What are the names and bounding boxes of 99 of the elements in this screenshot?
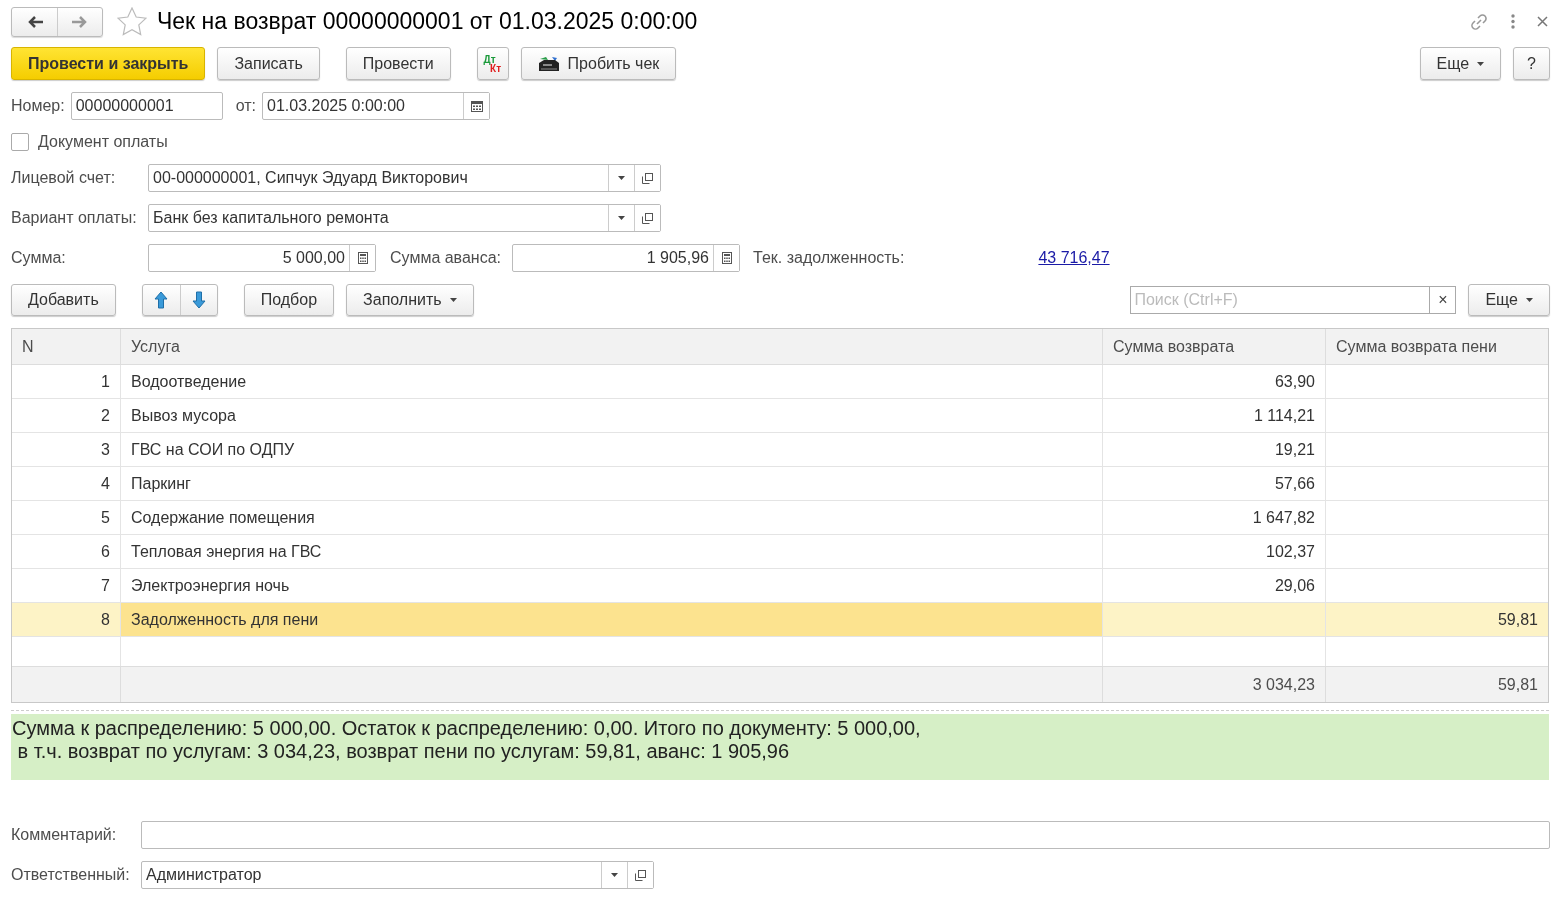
total-cell: 3 034,23 [1102,667,1325,702]
column-header[interactable]: N [12,329,120,364]
open-form-icon [642,212,653,224]
table-cell-text: 2 [100,405,111,426]
print-receipt-button[interactable]: Пробить чек [520,47,677,80]
field-label: Комментарий: [11,826,118,844]
toolbar-button[interactable]: Провести [345,47,451,80]
toolbar-button[interactable]: Записать [217,47,320,80]
table-cell-text: 3 [100,439,111,460]
down-arrow-icon [191,291,206,309]
table-row[interactable]: 5 Содержание помещения 1 647,82 [12,501,1548,535]
open-form-button[interactable] [634,165,660,191]
calculator-button[interactable] [713,245,739,271]
field-label: Номер: [11,97,65,115]
table-cell-text: 4 [100,473,111,494]
search-field[interactable]: Поиск (Ctrl+F) × [1130,286,1457,314]
table-cell: 102,37 [1102,535,1325,568]
table-row[interactable]: 8 Задолженность для пени 59,81 [12,603,1548,637]
table-row[interactable]: 6 Тепловая энергия на ГВС 102,37 [12,535,1548,569]
table-cell: ГВС на СОИ по ОДПУ [120,433,1102,466]
table-cell: Электроэнергия ночь [120,569,1102,602]
field-label: Сумма: [11,249,67,267]
caret-icon [1526,298,1533,302]
table-cell: 1 114,21 [1102,399,1325,432]
post-and-close-button[interactable]: Провести и закрыть [11,47,206,80]
table-cell-text: 5 [100,507,111,528]
back-arrow-icon [26,15,43,28]
open-form-icon [642,172,653,184]
link-icon[interactable] [1469,11,1489,32]
caret-icon [449,298,457,302]
more-options-icon[interactable] [1511,14,1515,29]
table-cell-text: 1 [100,371,111,392]
responsible-field[interactable]: Администратор [141,861,654,889]
column-header[interactable]: Услуга [120,329,1102,364]
calendar-button[interactable] [463,93,490,119]
table-cell: Паркинг [120,467,1102,500]
number-field[interactable]: 00000000001 [70,92,223,120]
table-cell-text: 6 [100,541,111,562]
field-label: Вариант оплаты: [11,209,138,227]
more-button[interactable]: Еще [1419,47,1502,80]
field-label: от: [235,97,257,115]
table-cell: 1 647,82 [1102,501,1325,534]
table-cell: 59,81 [1325,603,1548,636]
advance-field[interactable]: 1 905,96 [512,244,740,272]
table-row[interactable]: 1 Водоотведение 63,90 [12,365,1548,399]
table-row[interactable]: 3 ГВС на СОИ по ОДПУ 19,21 [12,433,1548,467]
close-icon[interactable] [1537,16,1548,27]
table-cell: Вывоз мусора [120,399,1102,432]
payment-variant-field[interactable]: Банк без капитального ремонта [148,204,661,232]
checkbox[interactable] [11,133,29,151]
field-label: Тек. задолженность: [753,249,905,267]
field-label: Сумма аванса: [390,249,502,267]
add-button[interactable]: Добавить [11,284,116,316]
table-cell-text: 8 [100,609,111,630]
calculator-icon [721,252,732,264]
table-cell-text: 7 [100,575,111,596]
fill-button[interactable]: Заполнить [346,284,474,316]
calendar-icon [470,100,483,112]
calculator-button[interactable] [349,245,375,271]
caret-icon [618,176,625,180]
star-icon[interactable] [117,7,147,36]
caret-icon [611,873,618,877]
pick-button[interactable]: Подбор [243,284,335,316]
table-cell: 63,90 [1102,365,1325,398]
help-button[interactable]: ? [1513,47,1550,80]
date-field[interactable]: 01.03.2025 0:00:00 [262,92,491,120]
open-form-button[interactable] [634,205,660,231]
table-cell: Содержание помещения [120,501,1102,534]
field-label: Ответственный: [11,866,131,884]
summary-line: Сумма к распределению: 5 000,00. Остаток к распределению: 0,00. Итого по документу: 5 000,00, [12,717,922,740]
table-cell: 57,66 [1102,467,1325,500]
summary-line: в т.ч. возврат по услугам: 3 034,23, возврат пени по услугам: 59,81, аванс: 1 905,96 [16,740,791,763]
caret-icon [1477,61,1485,66]
sum-field[interactable]: 5 000,00 [148,244,376,272]
up-arrow-icon [154,291,169,309]
table-cell: Тепловая энергия на ГВС [120,535,1102,568]
table-row[interactable]: 2 Вывоз мусора 1 114,21 [12,399,1548,433]
forward-arrow-icon [72,15,88,28]
table-cell: Задолженность для пени [120,603,1102,636]
total-cell: 59,81 [1325,667,1548,702]
more-button[interactable]: Еще [1468,284,1550,316]
field-label: Лицевой счет: [11,169,117,187]
column-header[interactable]: Сумма возврата пени [1325,329,1548,364]
calculator-icon [357,252,368,264]
table-cell: 29,06 [1102,569,1325,602]
debit-credit-button[interactable]: Дт Кт [476,47,509,80]
comment-field[interactable] [141,821,1550,849]
printer-icon [537,54,560,73]
open-form-icon [635,869,646,881]
table-cell: Водоотведение [120,365,1102,398]
caret-icon [618,216,625,220]
window-title: Чек на возврат 00000000001 от 01.03.2025 0:00:00 [157,8,698,35]
open-form-button[interactable] [627,862,653,888]
column-header[interactable]: Сумма возврата [1102,329,1325,364]
checkbox-label: Документ оплаты [38,133,168,151]
table-cell: 19,21 [1102,433,1325,466]
account-field[interactable]: 00-000000001, Сипчук Эдуард Викторович [148,164,661,192]
debt-link[interactable]: 43 716,47 [1038,249,1110,267]
table-row[interactable]: 4 Паркинг 57,66 [12,467,1548,501]
